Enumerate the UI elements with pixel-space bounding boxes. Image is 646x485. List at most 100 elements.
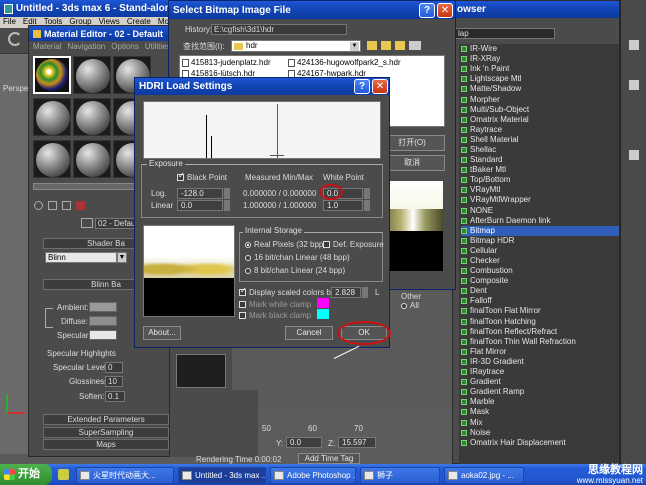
lookin-dropdown[interactable]: hdr ▼ xyxy=(231,40,361,52)
browser-list-item[interactable]: finalToon Flat Mirror xyxy=(461,306,619,316)
storage-radio-48bpp[interactable]: 16 bit/chan Linear (48 bpp) xyxy=(245,253,350,262)
select-bitmap-close-button[interactable]: ✕ xyxy=(437,3,453,18)
browser-list-item[interactable]: IR-XRay xyxy=(461,54,619,64)
browser-list-item[interactable]: Dent xyxy=(461,286,619,296)
glossiness-field[interactable]: 10 xyxy=(105,376,123,387)
browser-list-item[interactable]: NONE xyxy=(461,206,619,216)
sample-slot-2[interactable] xyxy=(73,56,111,94)
menu-material[interactable]: Material xyxy=(33,41,61,53)
all-radio[interactable]: All xyxy=(401,301,419,310)
browser-list-item[interactable]: Noise xyxy=(461,428,619,438)
get-material-icon[interactable] xyxy=(34,201,43,210)
extended-parameters-rollout[interactable]: Extended Parameters xyxy=(43,414,169,425)
panel-scroll-icon[interactable] xyxy=(629,40,639,50)
black-clamp-swatch[interactable] xyxy=(317,309,329,319)
select-bitmap-title-bar[interactable]: Select Bitmap Image File xyxy=(169,1,455,19)
browser-list-item[interactable]: Gradient Ramp xyxy=(461,387,619,397)
black-linear-spinner-icon[interactable] xyxy=(224,200,230,211)
white-linear-spinner-icon[interactable] xyxy=(364,200,370,211)
browser-search-field[interactable]: lap xyxy=(455,28,555,39)
histogram[interactable] xyxy=(143,101,381,159)
start-button[interactable]: 开始 xyxy=(0,464,52,485)
taskbar-button-1[interactable]: 火星时代动画大... xyxy=(76,467,174,484)
max-title-bar[interactable]: Untitled - 3ds max 6 - Stand-alone Lice xyxy=(0,0,172,17)
menu-options[interactable]: Options xyxy=(111,41,139,53)
display-scaled-field[interactable]: 2.828 xyxy=(331,287,361,298)
black-linear-field[interactable]: 0.0 xyxy=(177,200,223,211)
browser-list-item[interactable]: Standard xyxy=(461,155,619,165)
hdri-cancel-button[interactable]: Cancel xyxy=(285,326,333,340)
browser-list-item[interactable]: Checker xyxy=(461,256,619,266)
browser-list-item[interactable]: Flat Mirror xyxy=(461,347,619,357)
hdri-help-button[interactable]: ? xyxy=(354,79,370,94)
browser-list-item[interactable]: Lightscape Mtl xyxy=(461,74,619,84)
taskbar-button-4[interactable]: 狮子 xyxy=(360,467,440,484)
mark-black-checkbox[interactable]: Mark black clamp xyxy=(239,311,311,320)
supersampling-rollout[interactable]: SuperSampling xyxy=(43,427,169,438)
quicklaunch-icon[interactable] xyxy=(58,469,69,480)
browser-list-item[interactable]: Ink 'n Paint xyxy=(461,64,619,74)
taskbar-button-3[interactable]: Adobe Photoshop ... xyxy=(270,467,356,484)
display-scaled-checkbox[interactable]: Display scaled colors by: xyxy=(239,286,337,297)
sample-slot-8[interactable] xyxy=(73,140,111,178)
file-item[interactable]: 415813-judenplatz.hdr xyxy=(182,58,271,67)
browser-list-item[interactable]: Marble xyxy=(461,397,619,407)
white-linear-field[interactable]: 1.0 xyxy=(323,200,363,211)
browser-list-item[interactable]: IR-3D Gradient xyxy=(461,357,619,367)
back-icon[interactable] xyxy=(367,41,377,50)
new-folder-icon[interactable] xyxy=(395,41,405,50)
sample-slot-5[interactable] xyxy=(73,98,111,136)
browser-list-item[interactable]: VRayMtlWrapper xyxy=(461,195,619,205)
browser-list-item[interactable]: Multi/Sub-Object xyxy=(461,105,619,115)
maps-rollout[interactable]: Maps xyxy=(43,439,169,450)
material-editor-title-bar[interactable]: Material Editor - 02 - Default xyxy=(29,26,169,41)
browser-list-item[interactable]: Combustion xyxy=(461,266,619,276)
z-coordinate-field[interactable]: 15.597 xyxy=(338,437,376,448)
specular-level-field[interactable]: 0 xyxy=(105,362,123,373)
panel-scroll-icon[interactable] xyxy=(629,80,639,90)
reset-material-icon[interactable] xyxy=(76,201,85,210)
assign-material-icon[interactable] xyxy=(62,201,71,210)
lock-icon[interactable] xyxy=(45,308,53,328)
browser-list-item[interactable]: finalToon Thin Wall Refraction xyxy=(461,337,619,347)
browser-list-item[interactable]: Mask xyxy=(461,407,619,417)
browser-list-item[interactable]: Omatrix Hair Displacement xyxy=(461,438,619,448)
storage-radio-24bpp[interactable]: 8 bit/chan Linear (24 bpp) xyxy=(245,266,345,275)
browser-list-item[interactable]: Omatrix Material xyxy=(461,115,619,125)
pick-material-icon[interactable] xyxy=(81,218,93,228)
browser-list-item[interactable]: Top/Bottom xyxy=(461,175,619,185)
y-coordinate-field[interactable]: 0.0 xyxy=(286,437,322,448)
taskbar-button-2[interactable]: Untitled - 3ds max ... xyxy=(178,467,266,484)
up-folder-icon[interactable] xyxy=(381,41,391,50)
display-scaled-spinner-icon[interactable] xyxy=(362,287,368,298)
taskbar-button-5[interactable]: aoka02.jpg - ... xyxy=(444,467,524,484)
browser-list-item[interactable]: Shell Material xyxy=(461,135,619,145)
black-point-checkbox[interactable]: Black Point xyxy=(177,171,227,182)
browser-list-item[interactable]: Mix xyxy=(461,417,619,427)
browser-list-item[interactable]: VRayMtl xyxy=(461,185,619,195)
def-exposure-checkbox[interactable]: Def. Exposure xyxy=(323,240,384,249)
browser-list-item[interactable]: finalToon Reflect/Refract xyxy=(461,327,619,337)
browser-list-item[interactable]: finalToon Hatching xyxy=(461,317,619,327)
sample-slot-1[interactable] xyxy=(33,56,71,94)
help-button[interactable]: ? xyxy=(419,3,435,18)
browser-title-bar[interactable]: owser xyxy=(453,1,619,18)
ambient-swatch[interactable] xyxy=(89,302,117,312)
put-material-icon[interactable] xyxy=(48,201,57,210)
white-clamp-swatch[interactable] xyxy=(317,298,329,308)
browser-list-item[interactable]: Falloff xyxy=(461,296,619,306)
view-menu-icon[interactable] xyxy=(409,41,421,50)
add-time-tag-button[interactable]: Add Time Tag xyxy=(298,453,360,464)
browser-list-item[interactable]: Bitmap HDR xyxy=(461,236,619,246)
specular-swatch[interactable] xyxy=(89,330,117,340)
soften-field[interactable]: 0.1 xyxy=(105,391,125,402)
browser-list-item[interactable]: tBaker Mtl xyxy=(461,165,619,175)
about-button[interactable]: About... xyxy=(143,326,181,340)
sample-slot-4[interactable] xyxy=(33,98,71,136)
menu-file[interactable]: File xyxy=(3,17,16,28)
file-item[interactable]: 424136-hugowolfpark2_s.hdr xyxy=(288,58,401,67)
hdri-title-bar[interactable]: HDRI Load Settings xyxy=(135,78,389,95)
browser-list-item[interactable]: IRaytrace xyxy=(461,367,619,377)
browser-list-item[interactable]: AfterBurn Daemon link xyxy=(461,216,619,226)
shader-dropdown-arrow-icon[interactable]: ▼ xyxy=(117,252,127,263)
